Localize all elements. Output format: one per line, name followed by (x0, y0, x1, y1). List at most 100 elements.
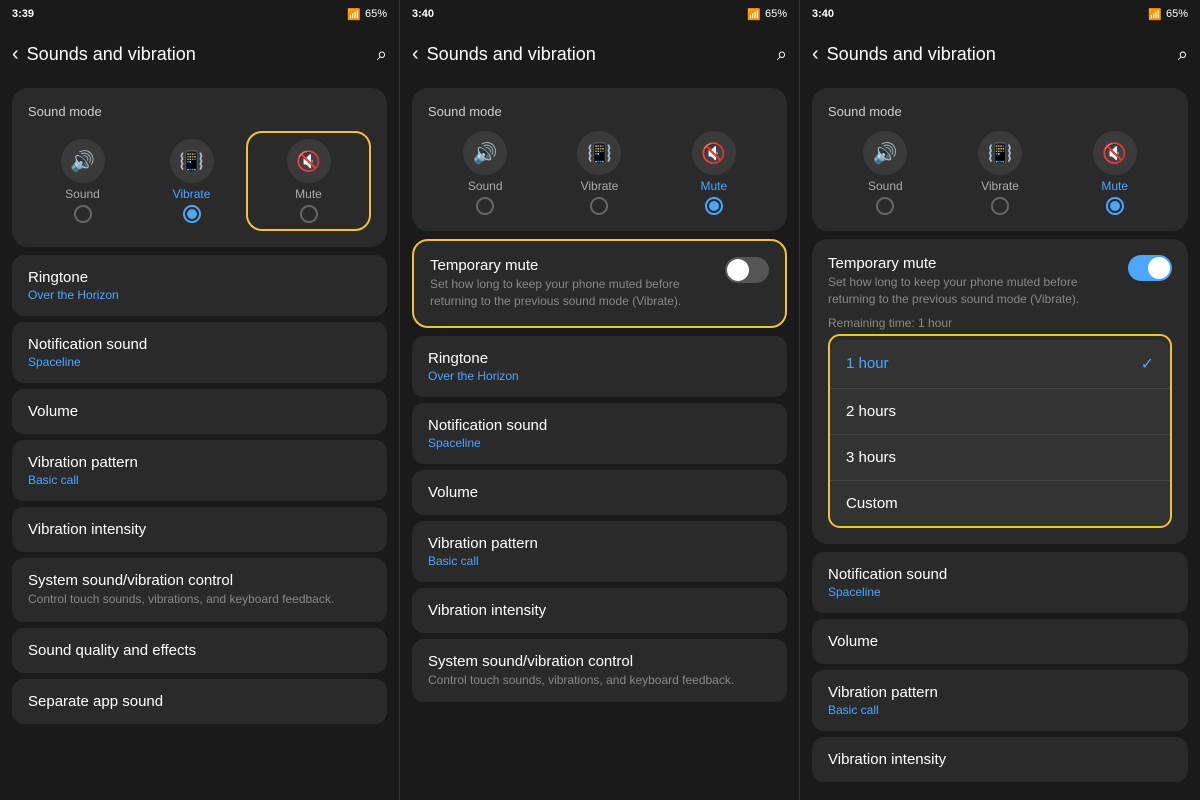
volume-item-3[interactable]: Volume (812, 619, 1188, 664)
sound-mode-row-2: 🔊 Sound 📳 Vibrate 🔇 Mute (428, 131, 771, 215)
sound-mode-mute-1[interactable]: 🔇 Mute (246, 131, 371, 231)
volume-item-2[interactable]: Volume (412, 470, 787, 515)
sound-mode-vibrate-3[interactable]: 📳 Vibrate (943, 131, 1058, 215)
sound-quality-item-1[interactable]: Sound quality and effects (12, 628, 387, 673)
mute-radio-2[interactable] (705, 197, 723, 215)
panel-3: 3:40 📶 65% ‹ Sounds and vibration ⌕ Soun… (800, 0, 1200, 800)
system-sound-title-2: System sound/vibration control (428, 653, 771, 670)
header-1: ‹ Sounds and vibration ⌕ (0, 28, 399, 80)
sound-mode-card-2: Sound mode 🔊 Sound 📳 Vibrate 🔇 Mute (412, 88, 787, 231)
sound-mode-card-3: Sound mode 🔊 Sound 📳 Vibrate 🔇 Mute (812, 88, 1188, 231)
remaining-time-3: Remaining time: 1 hour (828, 316, 1172, 330)
search-icon-2[interactable]: ⌕ (777, 44, 787, 65)
status-time-1: 3:39 (12, 8, 34, 20)
page-title-1: Sounds and vibration (27, 44, 377, 65)
battery-3: 65% (1166, 8, 1188, 20)
sound-mode-title-2: Sound mode (428, 104, 771, 119)
temp-mute-card-3: Temporary mute Set how long to keep your… (812, 239, 1188, 544)
separate-app-item-1[interactable]: Separate app sound (12, 679, 387, 724)
sound-mode-mute-3[interactable]: 🔇 Mute (1057, 131, 1172, 215)
ringtone-sub-1: Over the Horizon (28, 288, 371, 302)
vibration-intensity-item-1[interactable]: Vibration intensity (12, 507, 387, 552)
sound-mode-sound-1[interactable]: 🔊 Sound (28, 139, 137, 223)
sound-mode-title-1: Sound mode (28, 104, 371, 119)
vib-pattern-item-3[interactable]: Vibration pattern Basic call (812, 670, 1188, 731)
battery-2: 65% (765, 8, 787, 20)
header-2: ‹ Sounds and vibration ⌕ (400, 28, 799, 80)
sound-mode-vibrate-2[interactable]: 📳 Vibrate (542, 131, 656, 215)
temp-mute-toggle-2[interactable] (725, 257, 769, 283)
sound-icon-2: 🔊 (463, 131, 507, 175)
search-icon-1[interactable]: ⌕ (377, 44, 387, 65)
sound-radio-2[interactable] (476, 197, 494, 215)
sound-mode-sound-3[interactable]: 🔊 Sound (828, 131, 943, 215)
back-button-3[interactable]: ‹ (812, 43, 819, 66)
sound-mode-mute-2[interactable]: 🔇 Mute (657, 131, 771, 215)
system-sound-item-1[interactable]: System sound/vibration control Control t… (12, 558, 387, 622)
vib-intensity-title-2: Vibration intensity (428, 602, 771, 619)
notification-item-3[interactable]: Notification sound Spaceline (812, 552, 1188, 613)
temp-mute-desc-3: Set how long to keep your phone muted be… (828, 274, 1120, 308)
sound-radio-1[interactable] (74, 205, 92, 223)
temp-mute-title-3: Temporary mute (828, 255, 1120, 272)
mute-label-2: Mute (700, 179, 727, 193)
vib-pattern-item-2[interactable]: Vibration pattern Basic call (412, 521, 787, 582)
option-3hours-label-3: 3 hours (846, 449, 896, 466)
temp-mute-row-2: Temporary mute Set how long to keep your… (430, 257, 769, 310)
sound-mode-sound-2[interactable]: 🔊 Sound (428, 131, 542, 215)
ringtone-item-2[interactable]: Ringtone Over the Horizon (412, 336, 787, 397)
content-2: Sound mode 🔊 Sound 📳 Vibrate 🔇 Mute (400, 80, 799, 800)
vib-intensity-item-2[interactable]: Vibration intensity (412, 588, 787, 633)
sound-label-2: Sound (468, 179, 503, 193)
toggle-knob-2 (727, 259, 749, 281)
ringtone-title-1: Ringtone (28, 269, 371, 286)
volume-item-1[interactable]: Volume (12, 389, 387, 434)
temp-mute-card-2: Temporary mute Set how long to keep your… (412, 239, 787, 328)
content-3: Sound mode 🔊 Sound 📳 Vibrate 🔇 Mute (800, 80, 1200, 800)
temp-mute-info-2: Temporary mute Set how long to keep your… (430, 257, 717, 310)
battery-1: 65% (365, 8, 387, 20)
status-time-3: 3:40 (812, 8, 834, 20)
vib-intensity-item-3[interactable]: Vibration intensity (812, 737, 1188, 782)
sound-radio-3[interactable] (876, 197, 894, 215)
dropdown-custom-3[interactable]: Custom (830, 481, 1170, 526)
vibrate-radio-1[interactable] (183, 205, 201, 223)
mute-icon-3: 🔇 (1093, 131, 1137, 175)
vibrate-radio-3[interactable] (991, 197, 1009, 215)
volume-title-1: Volume (28, 403, 371, 420)
temp-mute-desc-2: Set how long to keep your phone muted be… (430, 276, 717, 310)
vibrate-icon-2: 📳 (577, 131, 621, 175)
back-button-2[interactable]: ‹ (412, 43, 419, 66)
vibrate-radio-2[interactable] (590, 197, 608, 215)
signal-icon-2: 📶 (747, 8, 761, 21)
mute-radio-1[interactable] (300, 205, 318, 223)
notification-item-1[interactable]: Notification sound Spaceline (12, 322, 387, 383)
back-button-1[interactable]: ‹ (12, 43, 19, 66)
page-title-3: Sounds and vibration (827, 44, 1178, 65)
search-icon-3[interactable]: ⌕ (1178, 44, 1188, 65)
vib-intensity-title-1: Vibration intensity (28, 521, 371, 538)
vib-intensity-title-3: Vibration intensity (828, 751, 1172, 768)
header-3: ‹ Sounds and vibration ⌕ (800, 28, 1200, 80)
content-1: Sound mode 🔊 Sound 📳 Vibrate 🔇 Mute (0, 80, 399, 800)
sound-icon-3: 🔊 (863, 131, 907, 175)
status-bar-2: 3:40 📶 65% (400, 0, 799, 28)
notification-item-2[interactable]: Notification sound Spaceline (412, 403, 787, 464)
mute-icon-2: 🔇 (692, 131, 736, 175)
mute-radio-3[interactable] (1106, 197, 1124, 215)
notification-sub-2: Spaceline (428, 436, 771, 450)
sound-mode-vibrate-1[interactable]: 📳 Vibrate (137, 139, 246, 223)
dropdown-3hours-3[interactable]: 3 hours (830, 435, 1170, 481)
system-sound-desc-1: Control touch sounds, vibrations, and ke… (28, 591, 371, 608)
vib-pattern-title-2: Vibration pattern (428, 535, 771, 552)
vibration-pattern-item-1[interactable]: Vibration pattern Basic call (12, 440, 387, 501)
separate-app-title-1: Separate app sound (28, 693, 371, 710)
dropdown-1hour-3[interactable]: 1 hour ✓ (830, 340, 1170, 389)
vibrate-label-3: Vibrate (981, 179, 1019, 193)
system-sound-item-2[interactable]: System sound/vibration control Control t… (412, 639, 787, 703)
ringtone-item-1[interactable]: Ringtone Over the Horizon (12, 255, 387, 316)
temp-mute-toggle-3[interactable] (1128, 255, 1172, 281)
dropdown-2hours-3[interactable]: 2 hours (830, 389, 1170, 435)
status-bar-1: 3:39 📶 65% (0, 0, 399, 28)
vibrate-label-1: Vibrate (173, 187, 211, 201)
